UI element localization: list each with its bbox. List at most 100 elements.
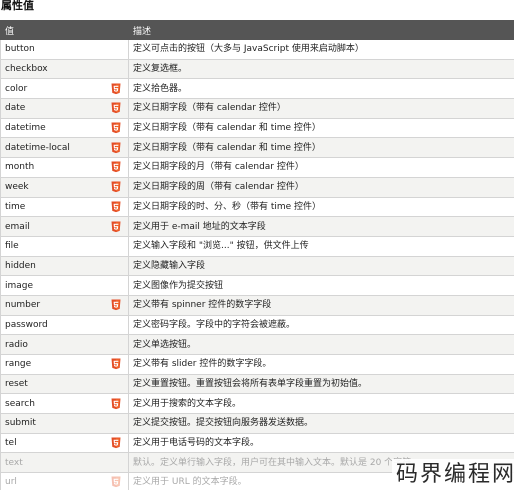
attribute-description-cell: 定义拾色器。 [128, 78, 514, 100]
table-row: reset 定义重置按钮。重置按钮会将所有表单字段重置为初始值。 [0, 373, 514, 395]
attribute-value-cell: button [0, 39, 129, 60]
attribute-value-cell: datetime [0, 117, 129, 139]
attribute-description-cell: 定义日期字段的时、分、秒（带有 time 控件） [128, 196, 514, 218]
attribute-value-text: date [5, 103, 26, 114]
attribute-description-cell: 定义用于 e-mail 地址的文本字段 [128, 216, 514, 237]
attribute-description-cell: 定义日期字段（带有 calendar 和 time 控件） [128, 117, 514, 139]
table-row: month 定义日期字段的月（带有 calendar 控件） [0, 157, 514, 178]
attribute-description-cell: 定义带有 slider 控件的数字字段。 [128, 354, 514, 375]
html5-shield-icon [111, 122, 121, 134]
table-row: button 定义可点击的按钮（大多与 JavaScript 使用来启动脚本） [0, 39, 514, 60]
column-header-description: 描述 [128, 20, 514, 40]
attribute-description-cell: 定义重置按钮。重置按钮会将所有表单字段重置为初始值。 [128, 373, 514, 395]
attribute-description-cell: 定义输入字段和 "浏览..." 按钮，供文件上传 [128, 235, 514, 257]
attribute-value-cell: number [0, 294, 129, 316]
table-row: datetime-local 定义日期字段（带有 calendar 和 time … [0, 137, 514, 159]
attribute-description-cell: 定义用于搜索的文本字段。 [128, 393, 514, 415]
attribute-value-cell: datetime-local [0, 137, 129, 159]
attribute-value-text: datetime [5, 123, 46, 134]
attribute-value-cell: radio [0, 334, 129, 355]
table-row: date 定义日期字段（带有 calendar 控件） [0, 98, 514, 119]
attribute-description-cell: 定义单选按钮。 [128, 334, 514, 355]
attribute-value-text: week [5, 182, 29, 193]
attribute-value-text: text [5, 457, 23, 468]
attribute-value-text: search [5, 398, 35, 409]
html5-shield-icon [111, 142, 121, 153]
html5-shield-icon [111, 221, 121, 232]
attribute-value-text: url [5, 477, 17, 488]
table-row: number 定义带有 spinner 控件的数字字段 [0, 294, 514, 316]
attribute-description-cell: 定义用于电话号码的文本字段。 [128, 432, 514, 454]
attribute-value-text: password [5, 319, 48, 330]
attribute-value-text: checkbox [5, 64, 48, 75]
attribute-value-cell: email [0, 216, 129, 237]
section-title: 属性值 [1, 0, 34, 12]
attribute-description-cell: 定义日期字段的月（带有 calendar 控件） [128, 157, 514, 178]
attribute-value-cell: checkbox [0, 58, 129, 80]
table-row: time 定义日期字段的时、分、秒（带有 time 控件） [0, 196, 514, 218]
html5-shield-icon [111, 358, 121, 370]
attribute-description-cell: 定义提交按钮。提交按钮向服务器发送数据。 [128, 413, 514, 434]
attribute-value-text: tel [5, 438, 17, 449]
attribute-value-text: radio [5, 339, 28, 350]
attribute-value-cell: submit [0, 413, 129, 434]
attribute-value-cell: tel [0, 432, 129, 454]
attribute-value-cell: date [0, 98, 129, 119]
attribute-value-text: reset [5, 379, 28, 390]
attribute-value-cell: file [0, 235, 129, 257]
attribute-description-cell: 定义可点击的按钮（大多与 JavaScript 使用来启动脚本） [128, 39, 514, 60]
html5-shield-icon [111, 476, 121, 488]
attribute-value-text: range [5, 359, 32, 370]
table-row: checkbox 定义复选框。 [0, 58, 514, 80]
table-row: radio 定义单选按钮。 [0, 334, 514, 355]
table-row: color 定义拾色器。 [0, 78, 514, 100]
attribute-value-cell: image [0, 275, 129, 296]
attribute-value-text: submit [5, 418, 36, 429]
attribute-value-cell: color [0, 78, 129, 100]
table-body: button 定义可点击的按钮（大多与 JavaScript 使用来启动脚本） ch… [0, 39, 514, 490]
attribute-description-cell: 定义图像作为提交按钮 [128, 275, 514, 296]
attribute-value-text: number [5, 300, 41, 311]
attribute-value-cell: url [0, 472, 129, 490]
attribute-value-text: button [5, 44, 35, 55]
html5-shield-icon [111, 201, 121, 212]
site-watermark: 码界编程网 [392, 459, 514, 490]
attribute-description-cell: 定义日期字段（带有 calendar 控件） [128, 98, 514, 119]
html5-shield-icon [111, 83, 121, 94]
table-row: datetime 定义日期字段（带有 calendar 和 time 控件） [0, 117, 514, 139]
attribute-value-cell: range [0, 354, 129, 375]
attribute-value-text: file [5, 241, 19, 252]
table-row: tel 定义用于电话号码的文本字段。 [0, 432, 514, 454]
attribute-value-text: datetime-local [5, 142, 70, 153]
attribute-description-cell: 定义日期字段的周（带有 calendar 控件） [128, 176, 514, 198]
attribute-value-text: color [5, 83, 28, 94]
column-header-value: 值 [0, 20, 129, 40]
attribute-values-table: 值 描述 button 定义可点击的按钮（大多与 JavaScript 使用来启动… [0, 20, 514, 490]
table-row: search 定义用于搜索的文本字段。 [0, 393, 514, 415]
attribute-value-cell: reset [0, 373, 129, 395]
table-row: password 定义密码字段。字段中的字符会被遮蔽。 [0, 314, 514, 336]
attribute-value-cell: text [0, 452, 129, 474]
html5-shield-icon [111, 398, 121, 409]
attribute-value-cell: password [0, 314, 129, 336]
attribute-value-text: image [5, 280, 34, 291]
table-row: file 定义输入字段和 "浏览..." 按钮，供文件上传 [0, 235, 514, 257]
table-row: email 定义用于 e-mail 地址的文本字段 [0, 216, 514, 237]
attribute-value-cell: hidden [0, 255, 129, 277]
attribute-value-cell: month [0, 157, 129, 178]
html5-shield-icon [111, 181, 121, 193]
attribute-value-cell: week [0, 176, 129, 198]
html5-shield-icon [111, 299, 121, 311]
attribute-value-text: month [5, 162, 35, 173]
attribute-description-cell: 定义复选框。 [128, 58, 514, 80]
attribute-value-cell: time [0, 196, 129, 218]
attribute-value-text: email [5, 221, 30, 232]
html5-shield-icon [111, 102, 121, 114]
html5-shield-icon [111, 437, 121, 449]
html5-shield-icon [111, 161, 121, 173]
table-row: range 定义带有 slider 控件的数字字段。 [0, 354, 514, 375]
attribute-description-cell: 定义带有 spinner 控件的数字字段 [128, 294, 514, 316]
table-row: hidden 定义隐藏输入字段 [0, 255, 514, 277]
table-row: submit 定义提交按钮。提交按钮向服务器发送数据。 [0, 413, 514, 434]
attribute-value-text: hidden [5, 260, 36, 271]
